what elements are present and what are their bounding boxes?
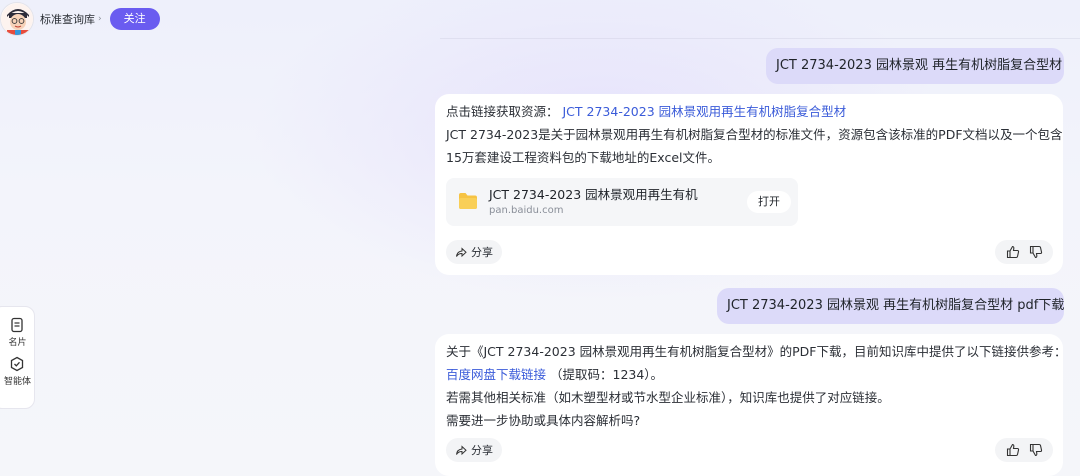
- bot-message: 关于《JCT 2734-2023 园林景观用再生有机树脂复合型材》的PDF下载，…: [435, 334, 1067, 476]
- thumbs-down-icon[interactable]: [1029, 245, 1043, 259]
- user-message: JCT 2734-2023 园林景观 再生有机树脂复合型材: [766, 48, 1064, 84]
- message-text: 若需其他相关标准（如木塑型材或节水型企业标准），知识库也提供了对应链接。: [446, 390, 890, 405]
- resource-prefix: 点击链接获取资源：: [446, 104, 559, 119]
- share-button[interactable]: 分享: [446, 240, 502, 264]
- share-icon: [456, 247, 467, 258]
- folder-icon: [459, 193, 477, 209]
- open-button[interactable]: 打开: [747, 191, 791, 213]
- bot-name[interactable]: 标准查询库: [40, 11, 95, 27]
- thumbs-up-icon[interactable]: [1006, 245, 1020, 259]
- share-button[interactable]: 分享: [446, 438, 502, 462]
- resource-line: 点击链接获取资源： JCT 2734-2023 园林景观用再生有机树脂复合型材: [446, 100, 1063, 123]
- file-title: JCT 2734-2023 园林景观用再生有机: [489, 187, 698, 202]
- top-bar: 标准查询库 › 关注: [0, 0, 160, 38]
- link-line: 百度网盘下载链接 （提取码：1234）。: [446, 363, 1067, 386]
- side-panel: 名片 智能体: [0, 306, 35, 409]
- feedback-group: [995, 240, 1053, 264]
- thumbs-down-icon[interactable]: [1029, 443, 1043, 457]
- sidebar-item-card[interactable]: 名片: [0, 317, 27, 348]
- message-text: 需要进一步协助或具体内容解析吗?: [446, 413, 641, 428]
- user-message: JCT 2734-2023 园林景观 再生有机树脂复合型材 pdf下载: [717, 288, 1064, 324]
- message-text: JCT 2734-2023是关于园林景观用再生有机树脂复合型材的标准文件，资源包…: [446, 127, 1063, 142]
- agent-icon: [11, 356, 24, 372]
- file-link-card[interactable]: JCT 2734-2023 园林景观用再生有机 pan.baidu.com 打开: [446, 178, 798, 226]
- divider: [440, 38, 1080, 39]
- follow-button[interactable]: 关注: [109, 8, 160, 30]
- baidu-download-link[interactable]: 百度网盘下载链接: [446, 367, 546, 382]
- share-icon: [456, 445, 467, 456]
- message-text: 关于《JCT 2734-2023 园林景观用再生有机树脂复合型材》的PDF下载，…: [446, 344, 1067, 359]
- extract-code: （提取码：1234）。: [550, 367, 664, 382]
- sidebar-item-label: 名片: [8, 338, 27, 348]
- avatar[interactable]: [0, 2, 34, 36]
- card-icon: [11, 317, 24, 333]
- resource-link[interactable]: JCT 2734-2023 园林景观用再生有机树脂复合型材: [563, 104, 847, 119]
- feedback-group: [995, 438, 1053, 462]
- thumbs-up-icon[interactable]: [1006, 443, 1020, 457]
- sidebar-item-agent[interactable]: 智能体: [0, 356, 31, 387]
- file-domain: pan.baidu.com: [489, 205, 564, 216]
- chevron-right-icon[interactable]: ›: [98, 14, 102, 24]
- sidebar-item-label: 智能体: [3, 377, 31, 387]
- message-text: 15万套建设工程资料包的下载地址的Excel文件。: [446, 150, 721, 165]
- share-label: 分享: [471, 444, 493, 457]
- share-label: 分享: [471, 246, 493, 259]
- bot-message: 点击链接获取资源： JCT 2734-2023 园林景观用再生有机树脂复合型材 …: [435, 94, 1063, 275]
